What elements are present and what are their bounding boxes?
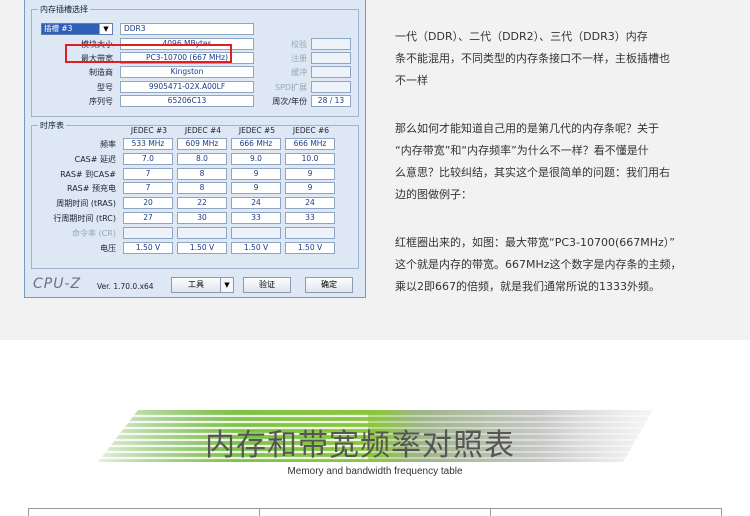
memory-row-value: Kingston xyxy=(120,66,254,79)
memory-slot-title: 内存插槽选择 xyxy=(38,4,90,15)
cpuz-footer: CPU-Z Ver. 1.70.0.x64 工具 ▼ 验证 确定 xyxy=(25,273,365,298)
timing-cell: 609 MHz xyxy=(177,138,227,150)
memory-row-right-value: 28 / 13 xyxy=(311,94,351,107)
memory-row-right-label: SPD扩展 xyxy=(274,82,307,92)
memory-row-value: 9905471-02X.A00LF xyxy=(120,80,254,93)
validate-button[interactable]: 验证 xyxy=(243,277,291,293)
timing-row-label: 周期时间 (tRAS) xyxy=(56,199,116,209)
paragraph-line: 条不能混用，不同类型的内存条接口不一样，主板插槽也 xyxy=(395,52,670,65)
tools-button[interactable]: 工具 xyxy=(171,277,221,293)
timing-cell: 10.0 xyxy=(285,152,335,165)
timing-row-label: 命令率 (CR) xyxy=(72,228,116,238)
banner-title: 内存和带宽频率对照表 xyxy=(205,428,515,463)
memory-row-right-value xyxy=(311,52,351,65)
timing-cell: 533 MHz xyxy=(123,138,173,150)
banner-subtitle: Memory and bandwidth frequency table xyxy=(287,466,463,477)
timing-cell: 9 xyxy=(231,182,281,195)
timing-cell: 9.0 xyxy=(231,152,281,165)
timing-row-label: CAS# 延迟 xyxy=(74,154,116,164)
paragraph-explanation: 红框圈出来的，如图：最大带宽“PC3-10700(667MHz）” 这个就是内存… xyxy=(395,232,745,298)
timing-row-label: 电压 xyxy=(100,243,116,253)
memory-row-right-value xyxy=(311,80,351,93)
comparison-table-top xyxy=(28,508,722,516)
memory-row-right-label: 校验 xyxy=(291,40,307,49)
timing-cell: 9 xyxy=(285,167,335,180)
memory-type-field: DDR3 xyxy=(120,23,254,35)
paragraph-line: 这个就是内存的带宽。667MHz这个数字是内存条的主频， xyxy=(395,258,682,271)
timing-column-header: JEDEC #6 xyxy=(292,126,330,135)
timing-cell: 30 xyxy=(177,212,227,224)
timing-cell: 33 xyxy=(231,212,281,224)
cpuz-version: Ver. 1.70.0.x64 xyxy=(97,282,154,291)
timing-column-header: JEDEC #3 xyxy=(130,126,168,135)
timing-cell: 24 xyxy=(231,197,281,210)
timing-row-label: 频率 xyxy=(100,140,116,149)
paragraph-question: 那么如何才能知道自己用的是第几代的内存条呢？关于 “内存带宽”和“内存频率”为什… xyxy=(395,118,745,206)
memory-row-right-label: 注册 xyxy=(291,54,307,64)
timing-cell xyxy=(123,226,173,239)
timing-row-label: RAS# 到CAS# xyxy=(60,169,116,179)
paragraph-line: 不一样 xyxy=(395,74,428,87)
timing-cell: 8 xyxy=(177,182,227,195)
timing-cell: 24 xyxy=(285,197,335,210)
paragraph-line: “内存带宽”和“内存频率”为什么不一样？看不懂是什 xyxy=(395,144,649,157)
timing-cell xyxy=(231,226,281,239)
paragraph-line: 么意思？比较纠结，其实这个是很简单的问题：我们用右 xyxy=(395,166,670,179)
memory-row-right-value xyxy=(311,38,351,50)
cpuz-window: 内存插槽选择 插槽 #3 ▼ DDR3 模块大小 4096 MBytes 校验 最大带… xyxy=(24,0,366,298)
table-column-divider xyxy=(490,508,491,516)
slot-select[interactable]: 插槽 #3 ▼ xyxy=(41,23,113,35)
memory-row-value: 65206C13 xyxy=(120,94,254,107)
memory-row-right-value xyxy=(311,66,351,79)
tools-dropdown-chevron-icon[interactable]: ▼ xyxy=(220,277,234,293)
timing-cell: 1.50 V xyxy=(285,241,335,254)
timing-column-header: JEDEC #4 xyxy=(184,126,222,135)
slot-select-value: 插槽 #3 xyxy=(42,24,100,34)
memory-row-label: 型号 xyxy=(97,82,113,92)
memory-row-right-label: 缓冲 xyxy=(291,68,307,78)
memory-row-label: 制造商 xyxy=(89,68,113,78)
timing-cell: 666 MHz xyxy=(231,138,281,150)
timing-cell: 8 xyxy=(177,167,227,180)
highlight-box xyxy=(65,44,232,63)
timing-column-header: JEDEC #5 xyxy=(238,126,276,135)
paragraph-ddr-types: 一代（DDR）、二代（DDR2）、三代（DDR3）内存 条不能混用，不同类型的内… xyxy=(395,26,745,92)
timing-cell: 7.0 xyxy=(123,152,173,165)
timing-cell: 666 MHz xyxy=(285,138,335,150)
timing-cell: 7 xyxy=(123,167,173,180)
timing-cell: 7 xyxy=(123,182,173,195)
cpuz-logo: CPU-Z xyxy=(33,276,82,292)
timing-cell: 9 xyxy=(231,167,281,180)
memory-row-label: 序列号 xyxy=(89,96,113,106)
memory-row-right-label: 周次/年份 xyxy=(272,96,307,106)
timing-cell: 9 xyxy=(285,182,335,195)
ok-button[interactable]: 确定 xyxy=(305,277,353,293)
paragraph-line: 边的图做例子： xyxy=(395,188,472,201)
timing-cell: 20 xyxy=(123,197,173,210)
timing-cell: 27 xyxy=(123,212,173,224)
table-column-divider xyxy=(259,508,260,516)
timing-row-label: RAS# 预充电 xyxy=(66,184,116,194)
paragraph-line: 乘以2即667的倍频，就是我们通常所说的1333外频。 xyxy=(395,280,660,293)
timing-cell xyxy=(285,226,335,239)
timing-cell: 1.50 V xyxy=(177,241,227,254)
timings-title: 时序表 xyxy=(38,120,66,131)
timing-cell: 1.50 V xyxy=(231,241,281,254)
timing-row-label: 行周期时间 (tRC) xyxy=(53,214,116,223)
paragraph-line: 那么如何才能知道自己用的是第几代的内存条呢？关于 xyxy=(395,122,659,135)
timing-cell xyxy=(177,226,227,239)
chevron-down-icon[interactable]: ▼ xyxy=(99,24,112,34)
timing-cell: 22 xyxy=(177,197,227,210)
timing-cell: 8.0 xyxy=(177,152,227,165)
paragraph-line: 一代（DDR）、二代（DDR2）、三代（DDR3）内存 xyxy=(395,30,648,43)
timing-cell: 1.50 V xyxy=(123,241,173,254)
paragraph-line: 红框圈出来的，如图：最大带宽“PC3-10700(667MHz）” xyxy=(395,236,675,249)
timing-cell: 33 xyxy=(285,212,335,224)
